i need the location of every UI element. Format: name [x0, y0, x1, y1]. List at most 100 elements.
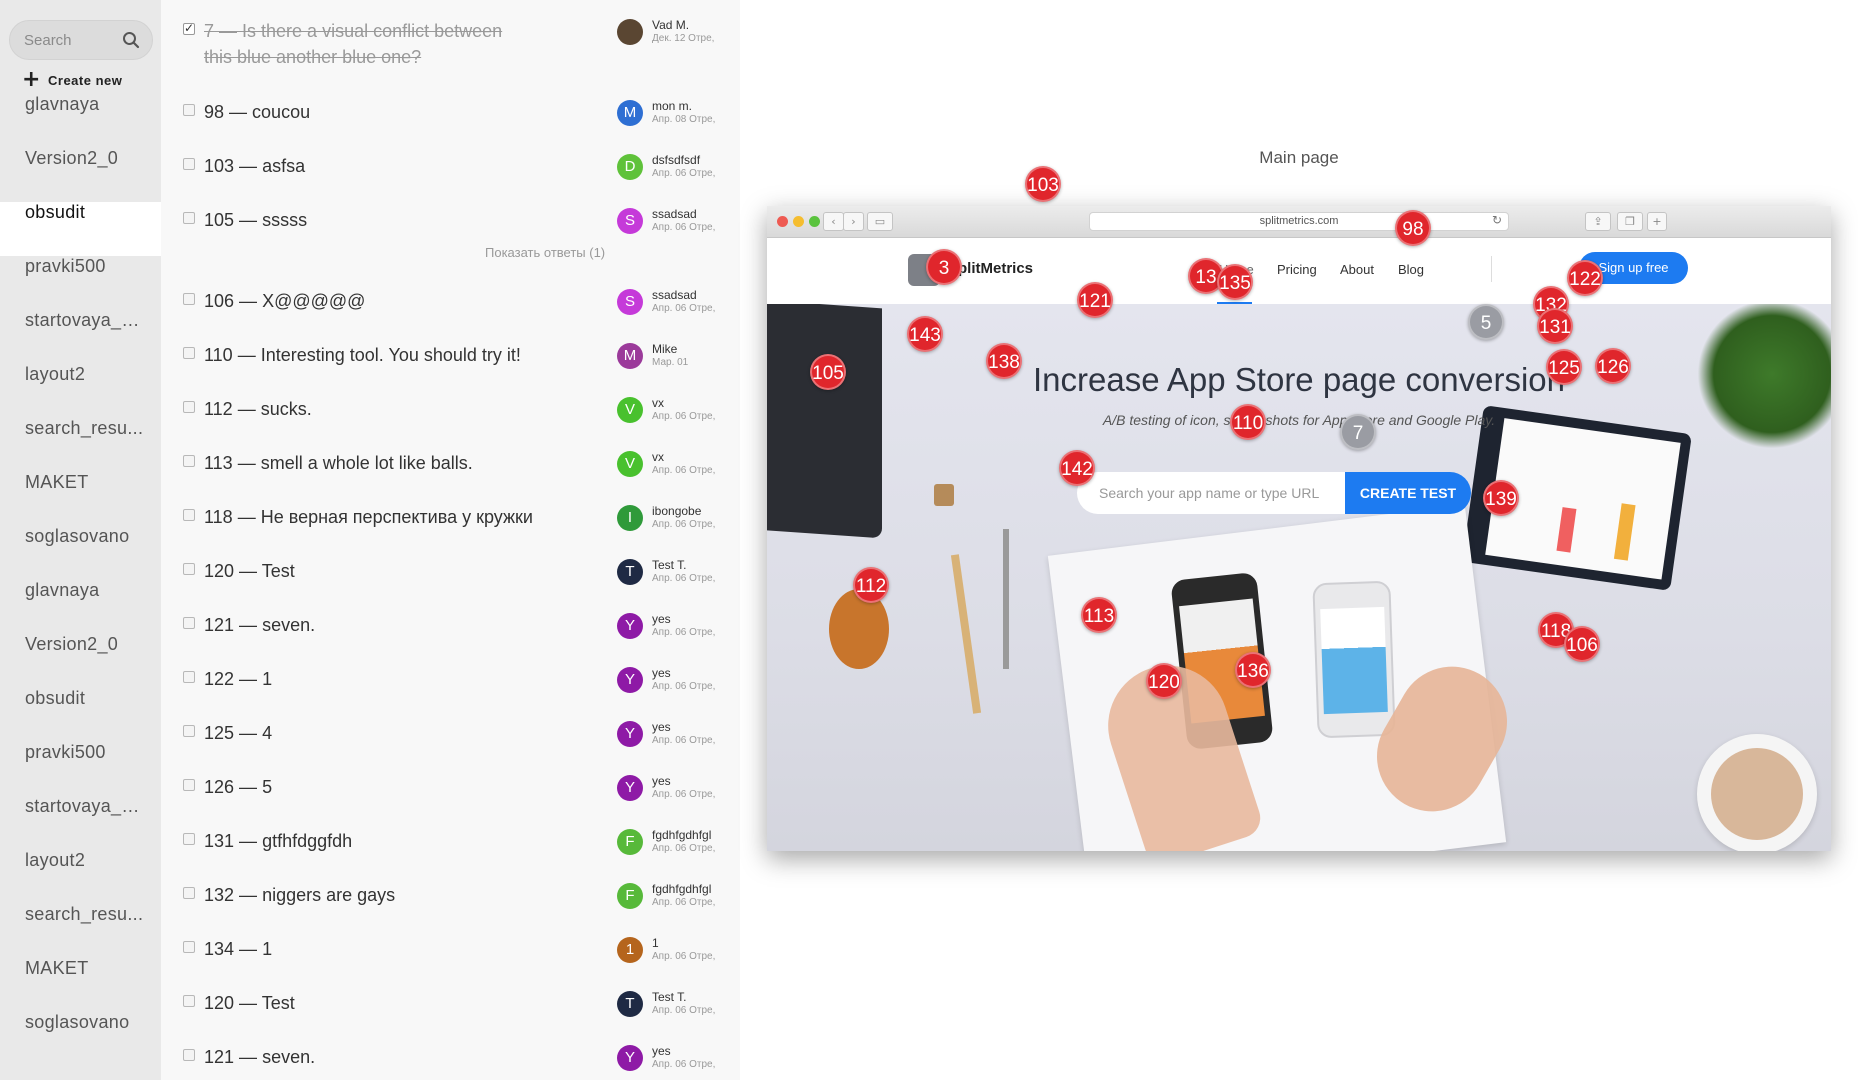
- comment-pin[interactable]: 139: [1483, 480, 1519, 516]
- comment-row[interactable]: 110 — Interesting tool. You should try i…: [161, 328, 740, 382]
- comment-pin[interactable]: 113: [1081, 597, 1117, 633]
- resolve-checkbox[interactable]: [183, 401, 195, 413]
- resolve-checkbox[interactable]: [183, 617, 195, 629]
- tabs-icon: ❐: [1617, 212, 1643, 231]
- comment-row[interactable]: 134 — 1 1 1 Апр. 06 Отре,: [161, 922, 740, 976]
- resolve-checkbox[interactable]: [183, 212, 195, 224]
- hero-section: Increase App Store page conversion A/B t…: [767, 304, 1831, 851]
- comment-row[interactable]: 132 — niggers are gays Ffgdhfgdhfgl Апр. 0…: [161, 868, 740, 922]
- url-text: splitmetrics.com: [1259, 215, 1339, 227]
- create-new-button[interactable]: + Create new: [22, 69, 122, 91]
- sidebar-page-item[interactable]: soglasovano: [0, 1012, 161, 1066]
- comment-row[interactable]: 7 — Is there a visual conflict between t…: [161, 4, 740, 67]
- comment-text: 126 — 5: [204, 774, 604, 800]
- comment-row[interactable]: 120 — Test T Test T. Апр. 06 Отре,: [161, 544, 740, 598]
- comment-row[interactable]: 126 — 5 Yyes Апр. 06 Отре,: [161, 760, 740, 814]
- sidebar-page-item[interactable]: startovaya_s...: [0, 796, 161, 850]
- comment-row[interactable]: 122 — 1 Yyes Апр. 06 Отре,: [161, 652, 740, 706]
- search-box[interactable]: [9, 20, 153, 60]
- comment-pin[interactable]: 5: [1468, 304, 1504, 340]
- resolve-checkbox[interactable]: [183, 509, 195, 521]
- resolve-checkbox[interactable]: [183, 455, 195, 467]
- comment-pin[interactable]: 120: [1146, 663, 1182, 699]
- sidebar-page-item[interactable]: MAKET: [0, 472, 161, 526]
- comment-pin[interactable]: 131: [1537, 308, 1573, 344]
- comment-row[interactable]: 112 — sucks. Vvx Апр. 06 Отре,: [161, 382, 740, 436]
- create-test-button: CREATE TEST: [1345, 472, 1471, 514]
- resolve-checkbox[interactable]: [183, 1049, 195, 1061]
- sidebar-page-item[interactable]: Version2_0: [0, 634, 161, 688]
- comment-row[interactable]: 131 — gtfhfdggfdh Ffgdhfgdhfgl Апр. 06 Отр…: [161, 814, 740, 868]
- sidebar-page-item[interactable]: obsudit: [0, 202, 161, 256]
- resolve-checkbox[interactable]: [183, 21, 195, 35]
- coffee: [1711, 748, 1803, 840]
- sidebar-page-item[interactable]: obsudit: [0, 688, 161, 742]
- search-input[interactable]: [24, 21, 119, 59]
- comment-pin[interactable]: 106: [1564, 626, 1600, 662]
- sidebar-page-item[interactable]: search_resu...: [0, 904, 161, 958]
- comment-pin[interactable]: 112: [853, 567, 889, 603]
- comment-meta: vx Апр. 06 Отре,: [652, 450, 718, 478]
- nav-pricing: Pricing: [1277, 262, 1317, 277]
- resolve-checkbox[interactable]: [183, 293, 195, 305]
- comment-pin[interactable]: 142: [1059, 450, 1095, 486]
- comment-pin[interactable]: 98: [1395, 210, 1431, 246]
- resolve-checkbox[interactable]: [183, 725, 195, 737]
- comment-pin[interactable]: 3: [926, 249, 962, 285]
- comment-pin[interactable]: 125: [1546, 349, 1582, 385]
- comment-pin[interactable]: 143: [907, 316, 943, 352]
- comment-pin[interactable]: 135: [1217, 264, 1253, 300]
- comment-pin[interactable]: 105: [810, 354, 846, 390]
- sidebar-page-item[interactable]: startovaya_s...: [0, 310, 161, 364]
- sidebar-page-item[interactable]: glavnaya: [0, 94, 161, 148]
- resolve-checkbox[interactable]: [183, 563, 195, 575]
- comment-pin[interactable]: 126: [1595, 348, 1631, 384]
- comment-row[interactable]: 113 — smell a whole lot like balls. Vvx Ап…: [161, 436, 740, 490]
- comment-pin[interactable]: 121: [1077, 282, 1113, 318]
- comment-number: 125: [204, 723, 235, 743]
- resolve-checkbox[interactable]: [183, 779, 195, 791]
- show-replies-link[interactable]: Показать ответы (1): [485, 245, 605, 260]
- sidebar-page-item[interactable]: Version2_0: [0, 148, 161, 202]
- resolve-checkbox[interactable]: [183, 671, 195, 683]
- comment-row[interactable]: 118 — Не верная перспектива у кружки Iibo…: [161, 490, 740, 544]
- sidebar-page-item[interactable]: layout2: [0, 850, 161, 904]
- comment-pin[interactable]: 110: [1230, 404, 1266, 440]
- sidebar-page-item[interactable]: layout2: [0, 364, 161, 418]
- comment-pin[interactable]: 103: [1025, 166, 1061, 202]
- comment-row[interactable]: 103 — asfsa Ddsfsdfsdf Апр. 06 Отре,: [161, 139, 740, 193]
- comment-row[interactable]: 98 — coucou Mmon m. Апр. 08 Отре,: [161, 85, 740, 139]
- comment-row[interactable]: 105 — sssss Sssadsad Апр. 06 Отре,: [161, 193, 740, 247]
- resolve-checkbox[interactable]: [183, 995, 195, 1007]
- avatar: M: [617, 100, 643, 126]
- resolve-checkbox[interactable]: [183, 941, 195, 953]
- resolve-checkbox[interactable]: [183, 104, 195, 116]
- comment-row[interactable]: 120 — Test T Test T. Апр. 06 Отре,: [161, 976, 740, 1030]
- comment-date: Апр. 06 Отре,: [652, 573, 716, 584]
- sidebar-page-item[interactable]: pravki500: [0, 256, 161, 310]
- resolve-checkbox[interactable]: [183, 158, 195, 170]
- comment-row[interactable]: 106 — X@@@@@ Sssadsad Апр. 06 Отре,: [161, 274, 740, 328]
- comment-date: Апр. 08 Отре,: [652, 114, 716, 125]
- comment-pin[interactable]: 138: [986, 343, 1022, 379]
- comment-row[interactable]: 121 — seven. Yyes Апр. 06 Отре,: [161, 598, 740, 652]
- design-mockup[interactable]: ‹ › ▭ splitmetrics.com ↻ ⇪ ❐ + SplitMetr…: [767, 166, 1831, 851]
- sidebar-page-item[interactable]: MAKET: [0, 958, 161, 1012]
- sidebar-page-item[interactable]: search_resu...: [0, 418, 161, 472]
- resolve-checkbox[interactable]: [183, 887, 195, 899]
- sidebar-page-item[interactable]: pravki500: [0, 742, 161, 796]
- sidebar-page-item[interactable]: glavnaya: [0, 580, 161, 634]
- comment-author: Test T.: [652, 990, 687, 1004]
- comment-row[interactable]: 121 — seven. Yyes Апр. 06 Отре,: [161, 1030, 740, 1080]
- comment-pin[interactable]: 136: [1235, 652, 1271, 688]
- comment-number: 126: [204, 777, 235, 797]
- page-title: Main page: [1259, 148, 1339, 167]
- comment-row[interactable]: 125 — 4 Yyes Апр. 06 Отре,: [161, 706, 740, 760]
- comment-pin[interactable]: 7: [1340, 414, 1376, 450]
- resolve-checkbox[interactable]: [183, 347, 195, 359]
- comment-meta: yes Апр. 06 Отре,: [652, 612, 718, 640]
- resolve-checkbox[interactable]: [183, 833, 195, 845]
- sidebar-page-item[interactable]: soglasovano: [0, 526, 161, 580]
- comment-pin[interactable]: 122: [1567, 260, 1603, 296]
- search-icon[interactable]: [122, 31, 140, 49]
